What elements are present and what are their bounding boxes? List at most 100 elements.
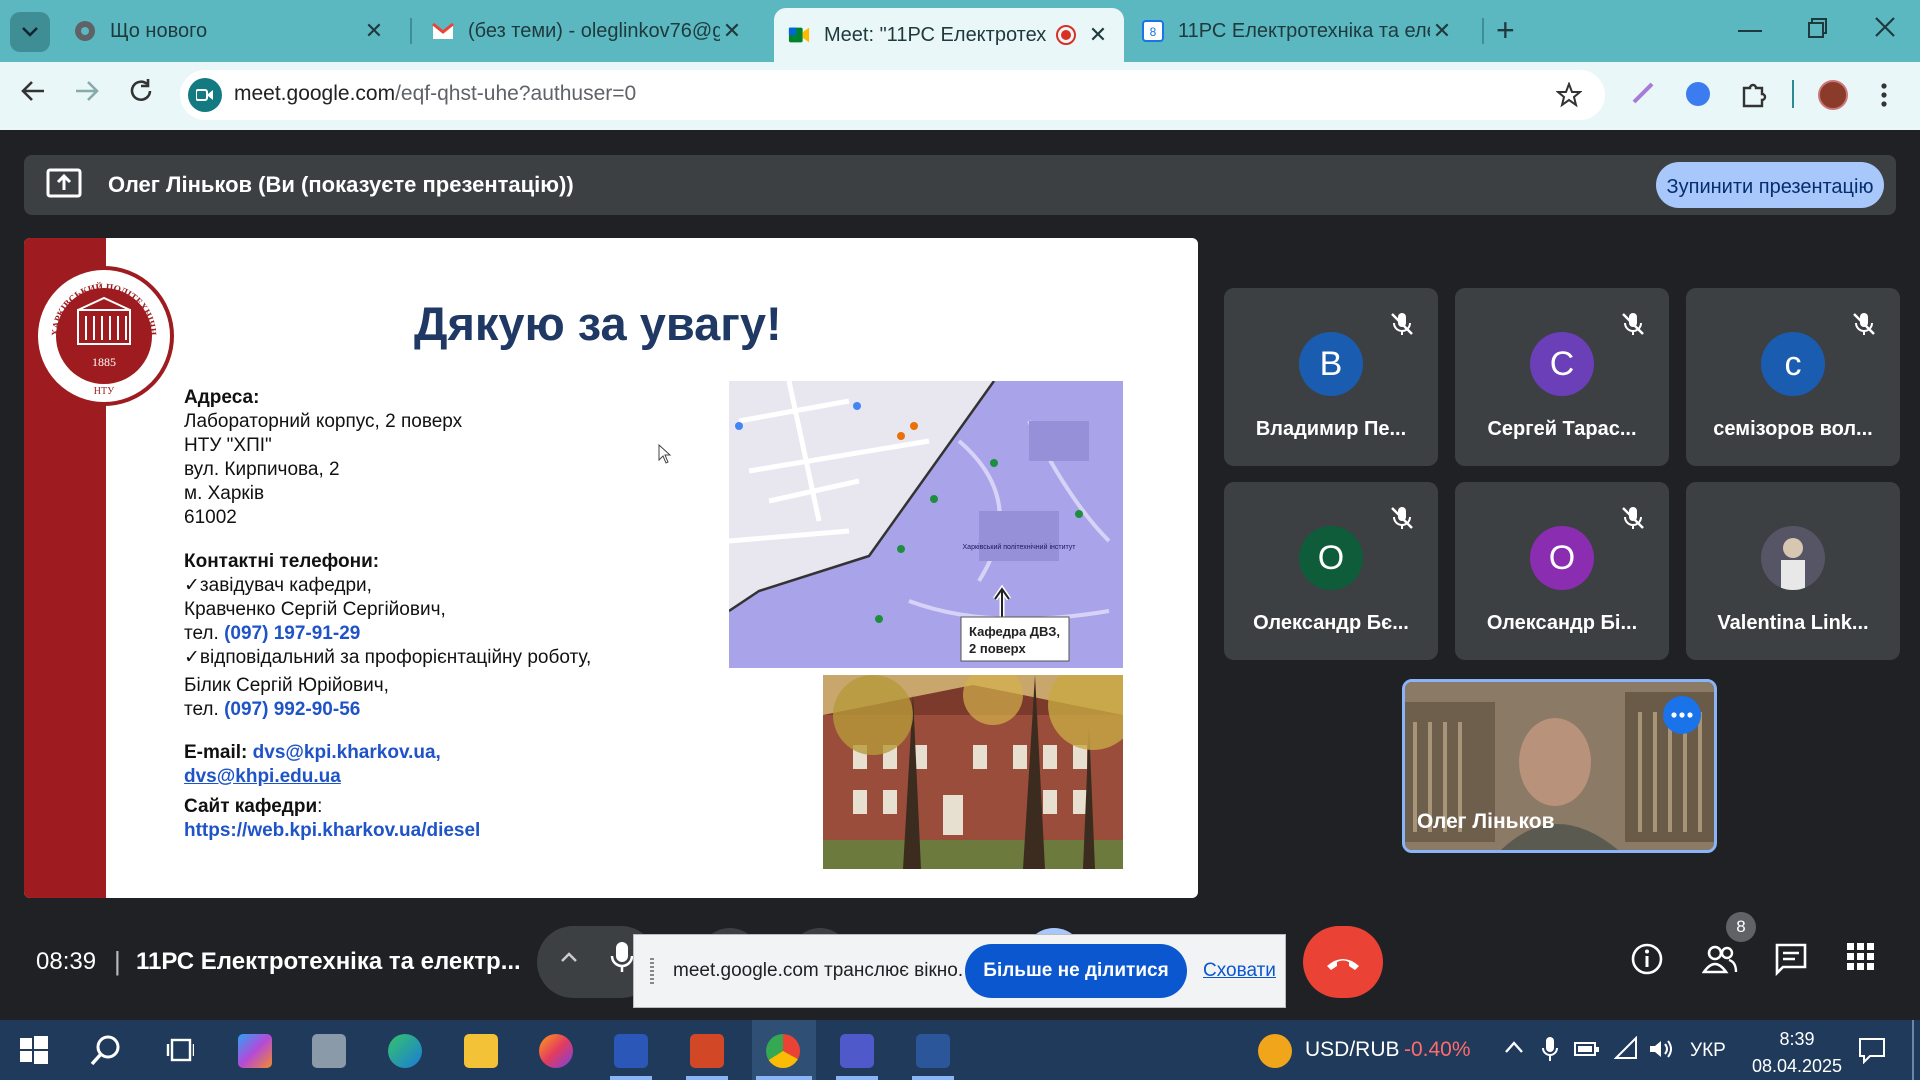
- search-button[interactable]: [90, 1034, 122, 1071]
- browser-tab-active[interactable]: Meet: "11РС Електротехніка ✕: [774, 8, 1124, 62]
- browser-menu-button[interactable]: [1880, 82, 1888, 108]
- chrome-icon: [74, 20, 96, 42]
- tab-title: Що нового: [110, 19, 208, 42]
- muted-mic-icon: [1391, 313, 1413, 335]
- participant-tile[interactable]: В Владимир Пе...: [1224, 288, 1438, 466]
- extensions-button[interactable]: [1740, 80, 1768, 113]
- chat-button[interactable]: [1774, 942, 1814, 982]
- tray-microphone-icon[interactable]: [1542, 1036, 1558, 1067]
- phone1-line: тел. (097) 197-91-29: [184, 623, 361, 644]
- new-tab-button[interactable]: +: [1496, 12, 1515, 49]
- tab-title: 11РС Електротехніка та електр: [1178, 19, 1430, 42]
- activities-button[interactable]: [1846, 942, 1886, 982]
- phone1-role: ✓завідувач кафедри,: [184, 575, 372, 596]
- save-app-icon[interactable]: [614, 1034, 648, 1068]
- tab-close-icon[interactable]: ✕: [1430, 18, 1454, 44]
- tab-close-icon[interactable]: ✕: [362, 18, 386, 44]
- minimize-button[interactable]: [1738, 10, 1762, 50]
- browser-tab[interactable]: 8 11РС Електротехніка та електр ✕: [1128, 8, 1468, 54]
- address-line: вул. Кирпичова, 2: [184, 459, 340, 480]
- url-host: meet.google.com: [234, 82, 396, 105]
- word-icon[interactable]: [916, 1034, 950, 1068]
- audio-settings-button[interactable]: [560, 950, 578, 968]
- stop-presenting-button[interactable]: Зупинити презентацію: [1656, 162, 1884, 208]
- participant-tile[interactable]: О Олександр Бє...: [1224, 482, 1438, 660]
- close-window-button[interactable]: [1874, 16, 1896, 38]
- email-link-1: dvs@kpi.kharkov.ua,: [252, 742, 441, 763]
- chrome-taskbar-icon[interactable]: [766, 1034, 800, 1068]
- task-view-button[interactable]: [166, 1036, 196, 1069]
- stop-sharing-button[interactable]: Більше не ділитися: [965, 944, 1187, 998]
- restore-button[interactable]: [1808, 18, 1828, 38]
- forward-button[interactable]: [74, 78, 100, 109]
- hide-notification-link[interactable]: Сховати: [1203, 960, 1276, 982]
- windows-logo-icon: [20, 1036, 48, 1064]
- participant-tile[interactable]: С Сергей Тарас...: [1455, 288, 1669, 466]
- browser-tab[interactable]: (без теми) - oleglinkov76@gma ✕: [418, 8, 758, 54]
- reload-icon: [130, 79, 152, 101]
- network-icon[interactable]: [1613, 1035, 1638, 1065]
- people-icon: [1701, 945, 1738, 974]
- browser-tab[interactable]: Що нового ✕: [60, 8, 400, 54]
- volume-icon[interactable]: [1648, 1038, 1674, 1065]
- currency-widget-icon[interactable]: [1258, 1034, 1292, 1068]
- tab-close-icon[interactable]: ✕: [720, 18, 744, 44]
- email-line-2: dvs@khpi.edu.ua: [184, 765, 341, 789]
- firefox-icon[interactable]: [539, 1034, 573, 1068]
- tab-title: Meet: "11РС Електротехніка: [824, 23, 1046, 46]
- building-photo: [823, 675, 1123, 869]
- battery-icon[interactable]: [1574, 1040, 1600, 1063]
- file-explorer-icon[interactable]: [464, 1034, 498, 1068]
- muted-mic-icon: [1622, 313, 1644, 335]
- chat-icon: [1775, 943, 1807, 977]
- taskbar-clock[interactable]: 8:39 08.04.2025: [1742, 1026, 1852, 1080]
- logo-bottom-text: НТУ: [94, 386, 115, 397]
- self-tile-more-button[interactable]: [1663, 696, 1701, 734]
- leave-call-button[interactable]: [1303, 926, 1383, 998]
- meeting-info-button[interactable]: [1630, 942, 1670, 982]
- powerpoint-icon[interactable]: [690, 1034, 724, 1068]
- participant-tile[interactable]: Valentina Link...: [1686, 482, 1900, 660]
- tab-close-icon[interactable]: ✕: [1086, 22, 1110, 48]
- start-button[interactable]: [20, 1036, 48, 1069]
- calculator-icon[interactable]: [312, 1034, 346, 1068]
- present-screen-icon: [46, 168, 82, 203]
- site-info-button[interactable]: [188, 78, 222, 112]
- muted-mic-icon: [1853, 313, 1875, 335]
- participant-name: Valentina Link...: [1717, 612, 1869, 634]
- phone2-name: Білик Сергій Юрійович,: [184, 675, 389, 696]
- back-button[interactable]: [20, 78, 46, 109]
- teams-icon[interactable]: [840, 1034, 874, 1068]
- tab-list-dropdown-button[interactable]: [10, 12, 50, 52]
- drag-handle-icon[interactable]: [650, 958, 654, 984]
- self-video-tile[interactable]: Олег Ліньков: [1402, 679, 1717, 853]
- more-horiz-icon: [1671, 712, 1693, 718]
- participant-tile[interactable]: с семізоров вол...: [1686, 288, 1900, 466]
- slide-title: Дякую за увагу!: [414, 297, 782, 350]
- participant-tile[interactable]: О Олександр Бі...: [1455, 482, 1669, 660]
- info-icon: [1631, 943, 1663, 975]
- participant-avatar: С: [1530, 332, 1594, 396]
- input-language[interactable]: УКР: [1690, 1040, 1726, 1062]
- tray-overflow-button[interactable]: [1504, 1040, 1524, 1059]
- notifications-button[interactable]: [1858, 1036, 1886, 1069]
- forward-arrow-icon: [76, 81, 99, 101]
- copilot-icon[interactable]: [238, 1034, 272, 1068]
- self-name: Олег Ліньков: [1417, 810, 1555, 833]
- participant-avatar: В: [1299, 332, 1363, 396]
- reload-button[interactable]: [128, 78, 154, 109]
- ticker-label[interactable]: USD/RUB: [1305, 1038, 1400, 1062]
- phone-hangup-icon: [1327, 959, 1359, 970]
- extension-pen-icon[interactable]: [1630, 80, 1656, 111]
- running-indicator: [836, 1076, 878, 1080]
- phone2-role: ✓відповідальний за профорієнтаційну робо…: [184, 647, 592, 668]
- profile-avatar[interactable]: [1818, 80, 1848, 110]
- bookmark-star-button[interactable]: [1555, 81, 1583, 113]
- url-text: meet.google.com/eqf-qhst-uhe?authuser=0: [234, 82, 636, 106]
- microphone-button[interactable]: [610, 940, 634, 979]
- people-button[interactable]: [1701, 942, 1742, 982]
- edge-icon[interactable]: [388, 1034, 422, 1068]
- university-logo: ХАРКІВСЬКИЙ ПОЛІТЕХНІЧНИЙ ІНСТИТУТ 1885 …: [34, 266, 174, 406]
- show-desktop-strip[interactable]: [1912, 1020, 1914, 1080]
- extension-circle-icon[interactable]: [1686, 82, 1710, 106]
